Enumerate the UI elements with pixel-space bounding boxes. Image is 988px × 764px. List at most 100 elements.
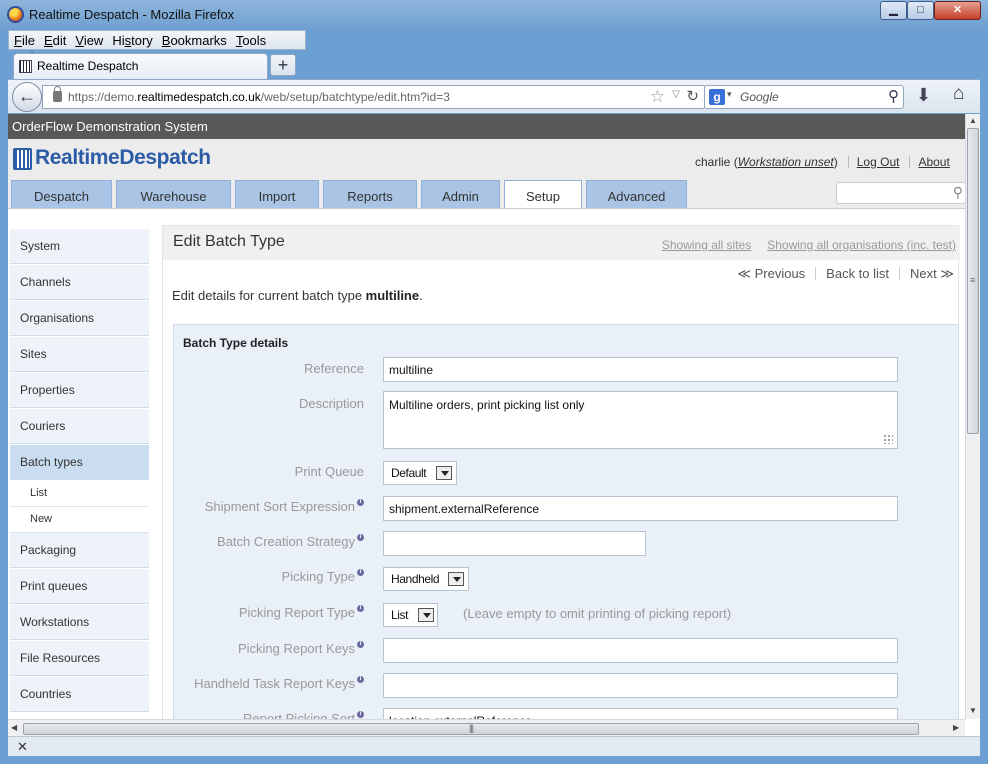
showing-organisations-link[interactable]: Showing all organisations (inc. test) — [767, 238, 956, 252]
scope-links: Showing all sites Showing all organisatio… — [646, 238, 956, 252]
sidebar-item-system[interactable]: System — [10, 229, 149, 264]
menu-bar: FileEditViewHistoryBookmarksToolsHelp — [8, 30, 306, 65]
next-link[interactable]: Next — [910, 266, 937, 281]
intro-text: Edit details for current batch type mult… — [172, 288, 423, 303]
menu-edit[interactable]: Edit — [39, 31, 70, 48]
close-window-button[interactable]: ✕ — [934, 1, 981, 20]
menu-view[interactable]: View — [70, 31, 107, 48]
sidebar-item-file-resources[interactable]: File Resources — [10, 641, 149, 676]
horizontal-scroll-thumb[interactable]: ||| — [23, 723, 919, 735]
browser-tab-title: Realtime Despatch — [37, 59, 139, 73]
print-queue-label: Print Queue — [294, 464, 364, 479]
print-queue-select[interactable]: Default — [383, 461, 457, 485]
window-titlebar: Realtime Despatch - Mozilla Firefox ▁ □ … — [0, 0, 988, 30]
batch-creation-strategy-label: Batch Creation Strategy — [174, 534, 364, 549]
resize-grip-icon[interactable] — [883, 434, 893, 444]
google-icon[interactable]: g — [709, 89, 725, 105]
sidebar-item-channels[interactable]: Channels — [10, 265, 149, 300]
tab-advanced[interactable]: Advanced — [586, 180, 687, 208]
chevron-down-icon — [418, 608, 434, 622]
tab-despatch[interactable]: Despatch — [11, 180, 112, 208]
close-icon[interactable]: ✕ — [17, 739, 28, 755]
previous-link[interactable]: Previous — [755, 266, 806, 281]
page-search-input[interactable]: ⚲ — [836, 182, 966, 204]
sidebar-subitem-new[interactable]: New — [10, 507, 149, 533]
reference-label: Reference — [304, 361, 364, 376]
sidebar-subitem-list[interactable]: List — [10, 481, 149, 507]
download-icon[interactable]: ⬇ — [916, 85, 931, 106]
tab-reports[interactable]: Reports — [323, 180, 417, 208]
picking-type-select[interactable]: Handheld — [383, 567, 469, 591]
sidebar-item-print-queues[interactable]: Print queues — [10, 569, 149, 604]
vertical-scrollbar[interactable]: ▲ ≡ ▼ — [965, 114, 980, 719]
showing-sites-link[interactable]: Showing all sites — [662, 238, 751, 252]
browser-tab[interactable]: Realtime Despatch — [13, 53, 268, 79]
description-textarea[interactable]: Multiline orders, print picking list onl… — [383, 391, 898, 449]
scroll-right-icon[interactable]: ▶ — [953, 723, 959, 732]
batch-type-details-fieldset: Batch Type details Reference multiline D… — [173, 324, 959, 736]
about-link[interactable]: About — [918, 155, 949, 169]
back-to-list-link[interactable]: Back to list — [826, 266, 889, 281]
previous-icon: ≪ — [737, 266, 751, 281]
batch-creation-strategy-input[interactable] — [383, 531, 646, 556]
logo-barcode-icon — [13, 148, 32, 170]
tab-warehouse[interactable]: Warehouse — [116, 180, 231, 208]
sidebar-item-countries[interactable]: Countries — [10, 677, 149, 712]
workstation-link[interactable]: Workstation unset — [738, 155, 834, 169]
system-name-bar: OrderFlow Demonstration System — [8, 114, 965, 139]
picking-report-keys-label: Picking Report Keys — [174, 641, 364, 656]
main-panel: Edit Batch Type Showing all sites Showing… — [162, 225, 960, 736]
firefox-logo-icon — [7, 6, 24, 23]
url-bar[interactable]: https://demo.realtimedespatch.co.uk/web/… — [42, 85, 706, 109]
menu-history[interactable]: History — [107, 31, 156, 48]
search-engine-dropdown-icon[interactable]: ▾ — [727, 89, 732, 100]
tab-admin[interactable]: Admin — [421, 180, 500, 208]
sidebar-item-workstations[interactable]: Workstations — [10, 605, 149, 640]
scroll-left-icon[interactable]: ◀ — [11, 723, 17, 732]
menu-bookmarks[interactable]: Bookmarks — [157, 31, 231, 48]
minimize-button[interactable]: ▁ — [880, 1, 907, 20]
maximize-button[interactable]: □ — [907, 1, 934, 20]
sidebar-item-organisations[interactable]: Organisations — [10, 301, 149, 336]
navigation-toolbar: ← https://demo.realtimedespatch.co.uk/we… — [8, 79, 980, 113]
sidebar-item-packaging[interactable]: Packaging — [10, 533, 149, 568]
new-tab-button[interactable]: + — [270, 54, 296, 76]
browser-tabstrip: Realtime Despatch + — [8, 51, 980, 79]
picking-report-type-select[interactable]: List — [383, 603, 438, 627]
search-icon[interactable]: ⚲ — [888, 87, 899, 105]
url-domain: realtimedespatch.co.uk — [137, 90, 261, 104]
reload-icon[interactable]: ↻ — [686, 87, 699, 105]
home-icon[interactable]: ⌂ — [953, 83, 964, 105]
grip-icon: ≡ — [970, 275, 976, 285]
picking-report-keys-input[interactable] — [383, 638, 898, 663]
sidebar-item-batch-types[interactable]: Batch types — [10, 445, 149, 480]
horizontal-scrollbar[interactable]: ◀ ||| ▶ — [8, 719, 965, 736]
sidebar-item-properties[interactable]: Properties — [10, 373, 149, 408]
scroll-down-icon[interactable]: ▼ — [969, 706, 977, 715]
bookmark-star-icon[interactable]: ☆ — [650, 87, 665, 107]
username: charlie — [695, 155, 731, 169]
url-path: /web/setup/batchtype/edit.htm?id=3 — [260, 90, 450, 104]
back-button[interactable]: ← — [12, 82, 42, 112]
menu-file[interactable]: File — [9, 31, 39, 48]
shipment-sort-label: Shipment Sort Expression — [174, 499, 364, 514]
shipment-sort-input[interactable]: shipment.externalReference — [383, 496, 898, 521]
tab-setup[interactable]: Setup — [504, 180, 582, 209]
batch-type-name: multiline — [365, 288, 420, 303]
menu-tools[interactable]: Tools — [231, 31, 270, 48]
vertical-scroll-thumb[interactable]: ≡ — [967, 128, 979, 434]
search-icon[interactable]: ⚲ — [953, 184, 963, 201]
tab-divider — [8, 208, 965, 209]
sidebar-item-couriers[interactable]: Couriers — [10, 409, 149, 444]
logout-link[interactable]: Log Out — [857, 155, 900, 169]
tab-import[interactable]: Import — [235, 180, 319, 208]
description-label: Description — [298, 396, 364, 411]
pager: ≪ Previous Back to list Next ≫ — [737, 266, 954, 282]
reference-input[interactable]: multiline — [383, 357, 898, 382]
search-input[interactable]: g ▾ Google ⚲ — [704, 85, 904, 109]
scroll-up-icon[interactable]: ▲ — [969, 116, 977, 125]
url-history-dropdown-icon[interactable]: ▽ — [672, 89, 680, 100]
window-title: Realtime Despatch - Mozilla Firefox — [29, 7, 235, 22]
handheld-task-keys-input[interactable] — [383, 673, 898, 698]
sidebar-item-sites[interactable]: Sites — [10, 337, 149, 372]
